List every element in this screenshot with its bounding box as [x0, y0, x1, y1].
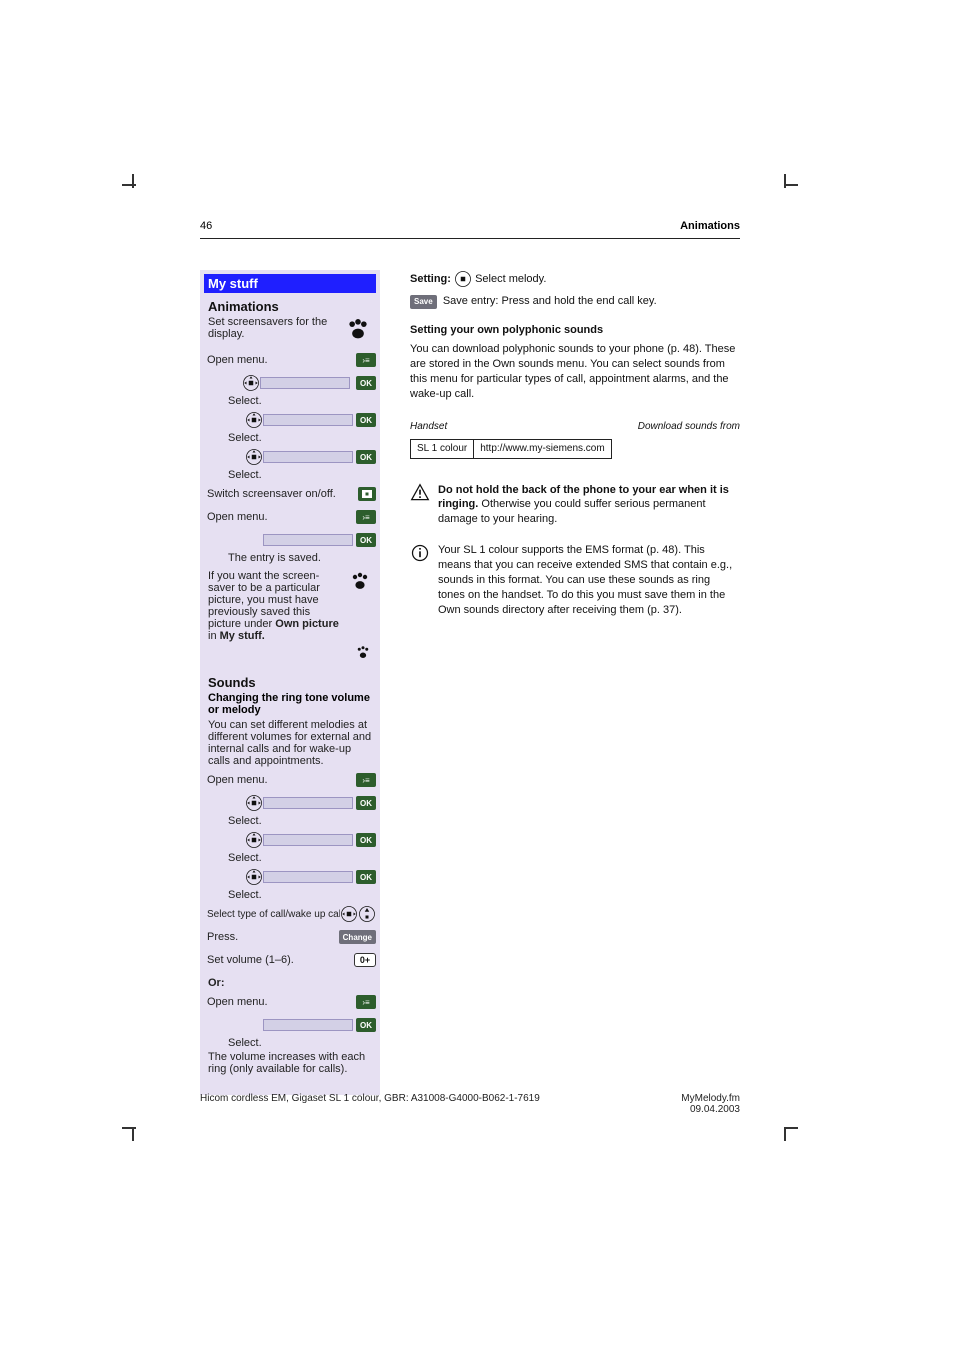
ok-icon: OK [356, 796, 376, 810]
crop-mark [784, 1127, 802, 1145]
paw-icon-small [204, 644, 372, 667]
footer-file: MyMelody.fm [681, 1093, 740, 1104]
paw-icon [344, 316, 372, 347]
ok-icon: OK [356, 376, 376, 390]
or-label: Or: [208, 977, 372, 989]
download-table: SL 1 colour http://www.my-siemens.com [410, 439, 612, 459]
keypad-icon [358, 487, 376, 501]
change-icon: Change [339, 930, 376, 944]
value-field [263, 534, 353, 546]
warning-body: Otherwise you could suffer serious perma… [438, 498, 706, 525]
save-chip: Save [410, 295, 437, 309]
open-menu-label: Open menu. [204, 511, 356, 523]
sounds-desc: You can set different melodies at differ… [208, 719, 372, 767]
nav-pad-icon [340, 905, 358, 923]
nav-pad-icon [245, 411, 263, 429]
press-label: Press. [204, 931, 339, 943]
sidebar-panel: My stuff Animations Set screensavers for… [200, 270, 380, 1095]
switch-label: Switch screensaver on/off. [204, 488, 358, 500]
step-action: Select. [228, 1037, 262, 1049]
nav-pad-up-icon [358, 905, 376, 923]
footer-date: 09.04.2003 [690, 1104, 740, 1115]
table-caption-right: Download sounds from [638, 420, 740, 434]
footnote-menu: My stuff. [220, 630, 265, 642]
sounds-heading: Sounds [208, 675, 372, 690]
open-menu-label: Open menu. [204, 996, 356, 1008]
step-action: Select. [228, 432, 262, 444]
menu-icon: ›≡ [356, 773, 376, 787]
ok-icon: OK [356, 413, 376, 427]
step-action: Select. [228, 889, 262, 901]
step-action: The entry is saved. [228, 552, 321, 564]
section-title: Animations [680, 220, 740, 232]
crop-mark [122, 174, 140, 192]
key-zero-plus-icon: 0+ [354, 953, 376, 967]
value-field [263, 834, 353, 846]
own-sounds-heading: Setting your own polyphonic sounds [410, 323, 740, 338]
crescendo-desc: The volume increases with each ring (onl… [208, 1051, 372, 1075]
menu-icon: ›≡ [356, 510, 376, 524]
nav-pad-icon [245, 831, 263, 849]
table-cell-url: http://www.my-siemens.com [474, 440, 611, 459]
page-footer: Hicom cordless EM, Gigaset SL 1 colour, … [200, 1093, 740, 1115]
sounds-subheading: Changing the ring tone volume or melody [208, 692, 372, 716]
volume-label: Set volume (1–6). [204, 954, 354, 966]
value-field [263, 414, 353, 426]
paw-icon [348, 570, 372, 642]
nav-pad-icon [245, 794, 263, 812]
value-field [260, 377, 350, 389]
nav-pad-icon [242, 374, 260, 392]
animations-heading: Animations [208, 299, 372, 314]
nav-step: Select type of call/wake up call/appoint… [204, 909, 340, 920]
warning-icon [410, 483, 430, 508]
ok-icon: OK [356, 533, 376, 547]
footnote-tail: in [208, 630, 217, 642]
value-field [263, 871, 353, 883]
menu-icon: ›≡ [356, 995, 376, 1009]
setting-label: Setting: [410, 273, 451, 285]
crop-mark [122, 1127, 140, 1145]
step-action: Select. [228, 469, 262, 481]
ok-icon: OK [356, 1018, 376, 1032]
right-column: Setting: Select melody. Save Save entry:… [410, 270, 740, 1095]
ok-icon: OK [356, 450, 376, 464]
sidebar-title-bar: My stuff [204, 274, 376, 293]
value-field [263, 797, 353, 809]
open-menu-label: Open menu. [204, 774, 356, 786]
menu-icon: ›≡ [356, 353, 376, 367]
open-menu-label: Open menu. [204, 354, 356, 366]
crop-mark [784, 174, 802, 192]
table-row: SL 1 colour http://www.my-siemens.com [411, 440, 612, 459]
ok-icon: OK [356, 870, 376, 884]
step-action: Select. [228, 815, 262, 827]
ok-icon: OK [356, 833, 376, 847]
nav-pad-icon [245, 448, 263, 466]
table-caption-left: Handset [410, 420, 447, 434]
info-body: Your SL 1 colour supports the EMS format… [438, 543, 740, 617]
step-action: Select. [228, 395, 262, 407]
footnote-link: Own picture [275, 618, 339, 630]
value-field [263, 1019, 353, 1031]
value-field [263, 451, 353, 463]
own-sounds-body: You can download polyphonic sounds to yo… [410, 342, 740, 401]
info-icon [410, 543, 430, 568]
setting-text: Select melody. [475, 273, 546, 285]
save-hint: Save entry: Press and hold the end call … [443, 295, 657, 307]
step-action: Select. [228, 852, 262, 864]
footer-left: Hicom cordless EM, Gigaset SL 1 colour, … [200, 1093, 540, 1115]
table-cell-model: SL 1 colour [411, 440, 474, 459]
nav-pad-icon [245, 868, 263, 886]
nav-pad-icon [454, 270, 472, 288]
header-rule [200, 238, 740, 239]
animations-desc: Set screensavers for the display. [208, 316, 340, 340]
page-number: 46 [200, 220, 212, 232]
